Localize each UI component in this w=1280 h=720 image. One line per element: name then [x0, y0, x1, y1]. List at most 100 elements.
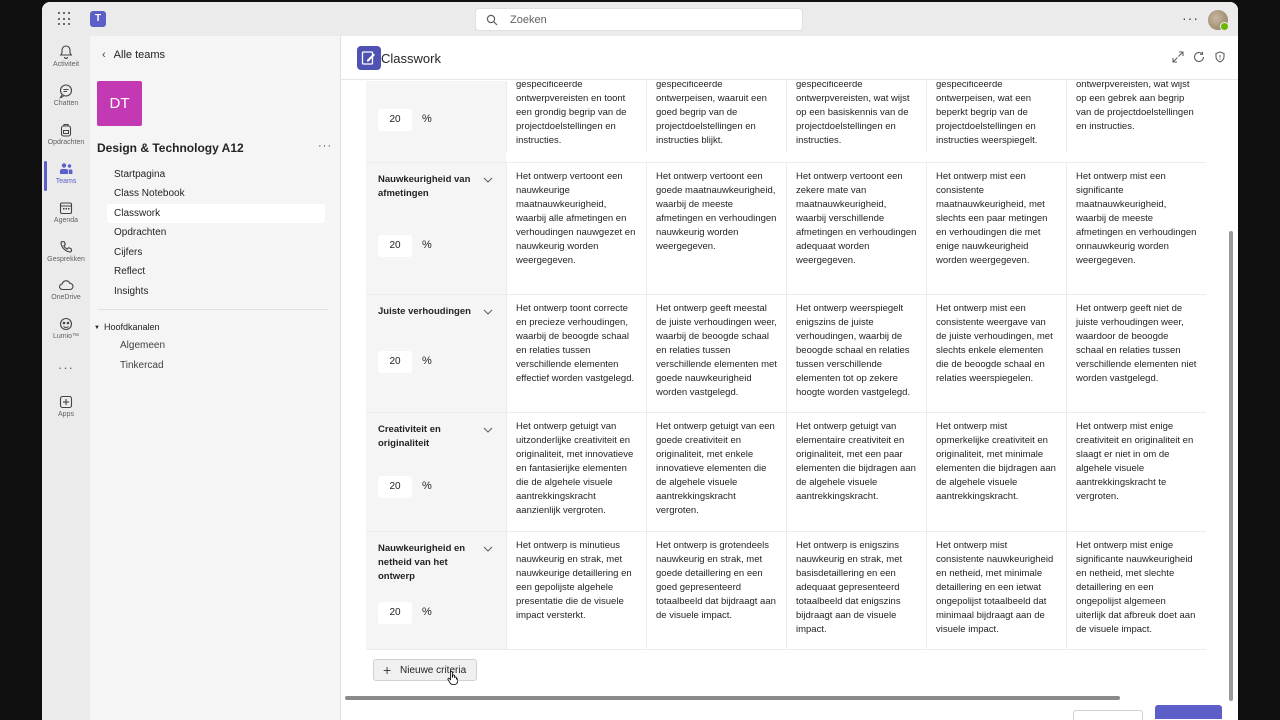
- rail-item-chat[interactable]: Chatten: [42, 79, 90, 117]
- app-launcher-icon[interactable]: [58, 12, 72, 26]
- weight-input[interactable]: [378, 351, 412, 373]
- nav-item-cijfers[interactable]: Cijfers: [107, 243, 325, 262]
- level-cell[interactable]: Het ontwerp mist enige significante nauw…: [1066, 532, 1206, 649]
- nav-item-classwork[interactable]: Classwork: [107, 204, 325, 223]
- back-to-teams-link[interactable]: ‹ Alle teams: [102, 49, 165, 61]
- search-box[interactable]: [475, 8, 803, 31]
- level-cell[interactable]: Het ontwerp vertoont een zekere mate van…: [786, 163, 926, 294]
- level-cell[interactable]: Het ontwerp geeft meestal de juiste verh…: [646, 295, 786, 412]
- chevron-down-icon[interactable]: [483, 427, 493, 433]
- channels-header[interactable]: ▼ Hoofdkanalen: [94, 322, 160, 332]
- level-cell[interactable]: Het ontwerp mist opmerkelijke creativite…: [926, 413, 1066, 531]
- more-options-icon[interactable]: ···: [1182, 10, 1199, 26]
- level-cell[interactable]: Het ontwerp vertoont een nauwkeurige maa…: [506, 163, 646, 294]
- level-cell[interactable]: Het ontwerp mist enige creativiteit en o…: [1066, 413, 1206, 531]
- bottom-action-bar: [341, 705, 1238, 720]
- divider: [98, 309, 328, 310]
- chevron-left-icon: ‹: [102, 49, 106, 61]
- level-cell[interactable]: Het ontwerp getuigt van uitzonderlijke c…: [506, 413, 646, 531]
- team-avatar: DT: [97, 81, 142, 126]
- cloud-icon: [59, 280, 74, 291]
- search-input[interactable]: [510, 11, 790, 29]
- plus-icon: +: [383, 662, 392, 678]
- level-cell[interactable]: Het ontwerp is minutieus nauwkeurig en s…: [506, 532, 646, 649]
- teams-window: T ··· Activiteit Chatten Opdrachten Team…: [42, 2, 1238, 720]
- nav-item-opdrachten[interactable]: Opdrachten: [107, 223, 325, 242]
- level-cell[interactable]: Het ontwerp geeft niet de juiste verhoud…: [1066, 295, 1206, 412]
- weight-input[interactable]: [378, 235, 412, 257]
- main-area: Classwork % gespecificeerde ontwerpverei…: [340, 36, 1238, 720]
- rail-item-activity[interactable]: Activiteit: [42, 40, 90, 78]
- teams-icon: [60, 163, 73, 174]
- app-rail: Activiteit Chatten Opdrachten Teams Agen…: [42, 36, 90, 720]
- backpack-icon: [60, 123, 72, 137]
- primary-action-button[interactable]: [1155, 705, 1222, 719]
- weight-input[interactable]: [378, 109, 412, 131]
- horizontal-scrollbar[interactable]: [345, 696, 1120, 700]
- level-cell[interactable]: Het ontwerp getuigt van elementaire crea…: [786, 413, 926, 531]
- criterion-cell: Nauwkeurigheid en netheid van het ontwer…: [366, 532, 506, 649]
- level-cell[interactable]: Het ontwerp weerspiegelt enigszins de ju…: [786, 295, 926, 412]
- criterion-name[interactable]: Nauwkeurigheid en netheid van het ontwer…: [378, 542, 478, 584]
- add-criteria-button[interactable]: + Nieuwe criteria: [373, 659, 477, 681]
- refresh-icon[interactable]: [1193, 51, 1205, 63]
- percent-label: %: [422, 113, 432, 125]
- avatar[interactable]: [1208, 10, 1229, 31]
- chevron-down-icon[interactable]: [483, 546, 493, 552]
- level-cell[interactable]: Het ontwerp toont correcte en precieze v…: [506, 295, 646, 412]
- level-cell[interactable]: Het ontwerp mist een significante maatna…: [1066, 163, 1206, 294]
- back-label: Alle teams: [113, 49, 166, 61]
- more-apps-icon[interactable]: ···: [42, 360, 90, 375]
- rail-label: Chatten: [53, 100, 79, 107]
- expand-icon[interactable]: [1172, 51, 1184, 63]
- rail-label: Activiteit: [52, 61, 80, 68]
- level-cell[interactable]: Het ontwerp mist consistente nauwkeurigh…: [926, 532, 1066, 649]
- lumio-icon: [59, 317, 73, 331]
- phone-icon: [60, 240, 73, 253]
- channel-tinkercad[interactable]: Tinkercad: [120, 360, 164, 371]
- rail-item-calls[interactable]: Gesprekken: [42, 235, 90, 273]
- level-cell[interactable]: ontwerpvereisten, wat wijst op een gebre…: [1066, 81, 1206, 152]
- level-cell[interactable]: Het ontwerp mist een consistente maatnau…: [926, 163, 1066, 294]
- rail-item-calendar[interactable]: Agenda: [42, 196, 90, 234]
- level-cell[interactable]: gespecificeerde ontwerpeisen, waaruit ee…: [646, 81, 786, 152]
- nav-item-class-notebook[interactable]: Class Notebook: [107, 184, 325, 203]
- rail-item-onedrive[interactable]: OneDrive: [42, 273, 90, 311]
- weight-input[interactable]: [378, 476, 412, 498]
- vertical-scrollbar[interactable]: [1229, 231, 1233, 701]
- nav-item-reflect[interactable]: Reflect: [107, 262, 325, 281]
- rail-item-apps[interactable]: Apps: [42, 390, 90, 428]
- level-cell[interactable]: Het ontwerp getuigt van een goede creati…: [646, 413, 786, 531]
- level-cell[interactable]: Het ontwerp mist een consistente weergav…: [926, 295, 1066, 412]
- rubric-content[interactable]: % gespecificeerde ontwerpvereisten en to…: [341, 81, 1238, 720]
- criterion-name[interactable]: Juiste verhoudingen: [378, 305, 478, 319]
- chevron-down-icon[interactable]: [483, 177, 493, 183]
- nav-item-insights[interactable]: Insights: [107, 282, 325, 301]
- search-icon: [486, 14, 498, 26]
- criterion-name[interactable]: Nauwkeurigheid van afmetingen: [378, 173, 478, 201]
- channel-algemeen[interactable]: Algemeen: [120, 340, 165, 351]
- percent-label: %: [422, 606, 432, 618]
- level-cell[interactable]: Het ontwerp is enigszins nauwkeurig en s…: [786, 532, 926, 649]
- criterion-cell: Creativiteit en originaliteit %: [366, 413, 506, 531]
- percent-label: %: [422, 355, 432, 367]
- level-cell[interactable]: gespecificeerde ontwerpeisen, wat een be…: [926, 81, 1066, 152]
- criterion-name[interactable]: Creativiteit en originaliteit: [378, 423, 478, 451]
- level-cell[interactable]: Het ontwerp vertoont een goede maatnauwk…: [646, 163, 786, 294]
- chevron-down-icon[interactable]: [483, 309, 493, 315]
- bell-icon: [59, 45, 73, 59]
- level-cell[interactable]: gespecificeerde ontwerpvereisten en toon…: [506, 81, 646, 152]
- chat-icon: [59, 84, 73, 99]
- rail-label: Lumio™: [52, 333, 80, 340]
- level-cell[interactable]: gespecificeerde ontwerpvereisten, wat wi…: [786, 81, 926, 152]
- calendar-icon: [59, 202, 73, 215]
- weight-input[interactable]: [378, 602, 412, 624]
- team-more-options-icon[interactable]: ···: [318, 140, 332, 152]
- secondary-action-button[interactable]: [1073, 710, 1143, 720]
- shield-icon[interactable]: [1214, 51, 1226, 63]
- level-cell[interactable]: Het ontwerp is grotendeels nauwkeurig en…: [646, 532, 786, 649]
- nav-item-startpagina[interactable]: Startpagina: [107, 165, 325, 184]
- rail-item-teams[interactable]: Teams: [42, 157, 90, 195]
- rail-item-lumio[interactable]: Lumio™: [42, 312, 90, 350]
- rail-item-assignments[interactable]: Opdrachten: [42, 118, 90, 156]
